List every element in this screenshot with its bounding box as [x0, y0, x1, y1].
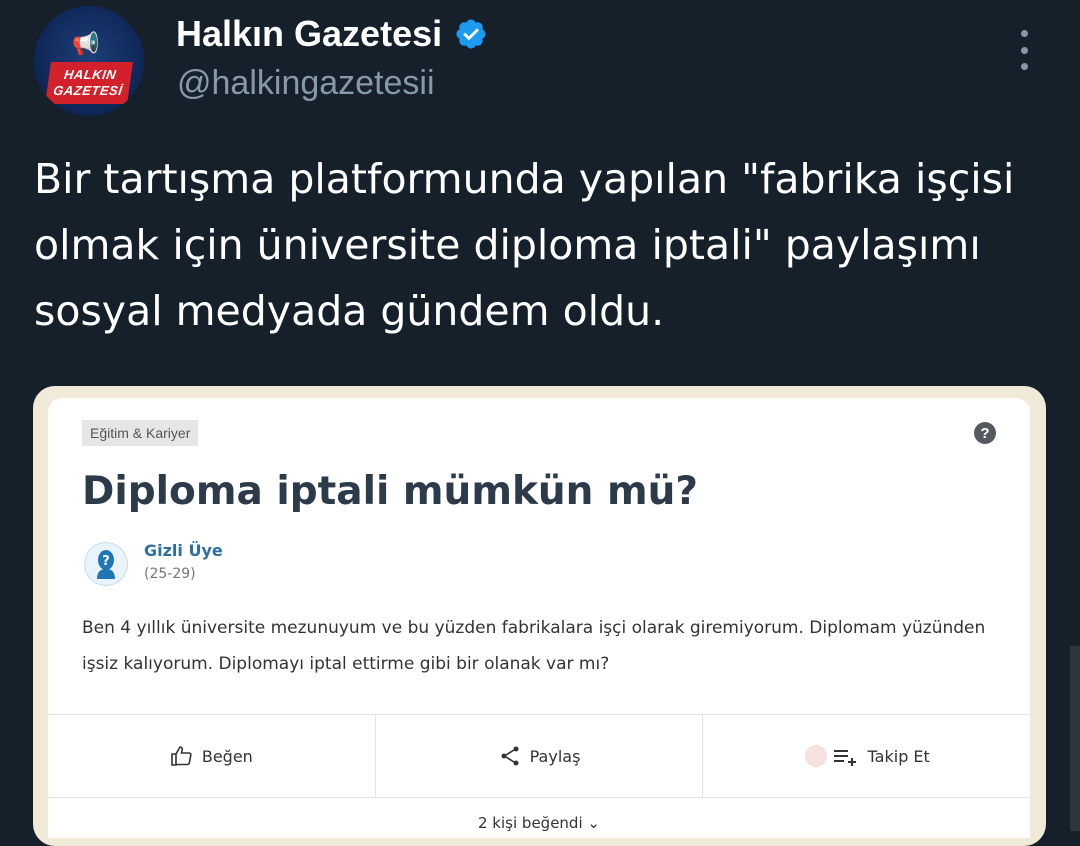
- svg-text:?: ?: [102, 554, 110, 569]
- anonymous-person-icon: ?: [97, 550, 115, 579]
- thumbs-up-icon: [170, 744, 194, 768]
- follow-label: Takip Et: [867, 746, 930, 766]
- more-vertical-icon[interactable]: [1012, 30, 1036, 70]
- likes-text: 2 kişi beğendi: [478, 814, 583, 832]
- display-name-text: Halkın Gazetesi: [176, 13, 443, 54]
- question-title: Diploma iptali mümkün mü?: [82, 469, 699, 514]
- verified-badge-icon: [456, 19, 486, 49]
- user-name[interactable]: Gizli Üye: [144, 540, 223, 562]
- question-body: Ben 4 yıllık üniversite mezunuyum ve bu …: [82, 618, 986, 674]
- logo-text-line-2: GAZETESİ: [52, 83, 124, 98]
- like-label: Beğen: [201, 746, 253, 766]
- user-age: (25-29): [144, 566, 196, 582]
- tweet-text: Bir tartışma platformunda yapılan "fabri…: [34, 155, 1015, 335]
- like-button[interactable]: Beğen: [48, 715, 375, 797]
- anonymous-user-avatar: ?: [84, 542, 128, 586]
- follow-button[interactable]: Takip Et: [702, 715, 1030, 797]
- account-avatar[interactable]: 📢 HALKIN GAZETESİ: [34, 6, 144, 116]
- embedded-question-card[interactable]: Eğitim & Kariyer ? Diploma iptali mümkün…: [48, 398, 1030, 838]
- megaphone-icon: 📢: [72, 32, 100, 57]
- logo-text-line-1: HALKIN: [63, 67, 118, 82]
- account-handle[interactable]: @halkingazetesii: [177, 62, 435, 104]
- scrollbar[interactable]: [1070, 646, 1080, 831]
- share-icon: [498, 744, 522, 768]
- question-circle-icon[interactable]: ?: [974, 422, 996, 444]
- follow-list-icon: [804, 744, 860, 768]
- account-display-name[interactable]: Halkın Gazetesi: [176, 12, 488, 56]
- chevron-down-icon: ⌄: [587, 814, 600, 832]
- category-tag[interactable]: Eğitim & Kariyer: [82, 420, 199, 446]
- action-bar: Beğen Paylaş Takip Et: [48, 714, 1030, 798]
- logo-badge: HALKIN GAZETESİ: [45, 62, 133, 104]
- share-button[interactable]: Paylaş: [374, 715, 703, 797]
- share-label: Paylaş: [529, 746, 581, 766]
